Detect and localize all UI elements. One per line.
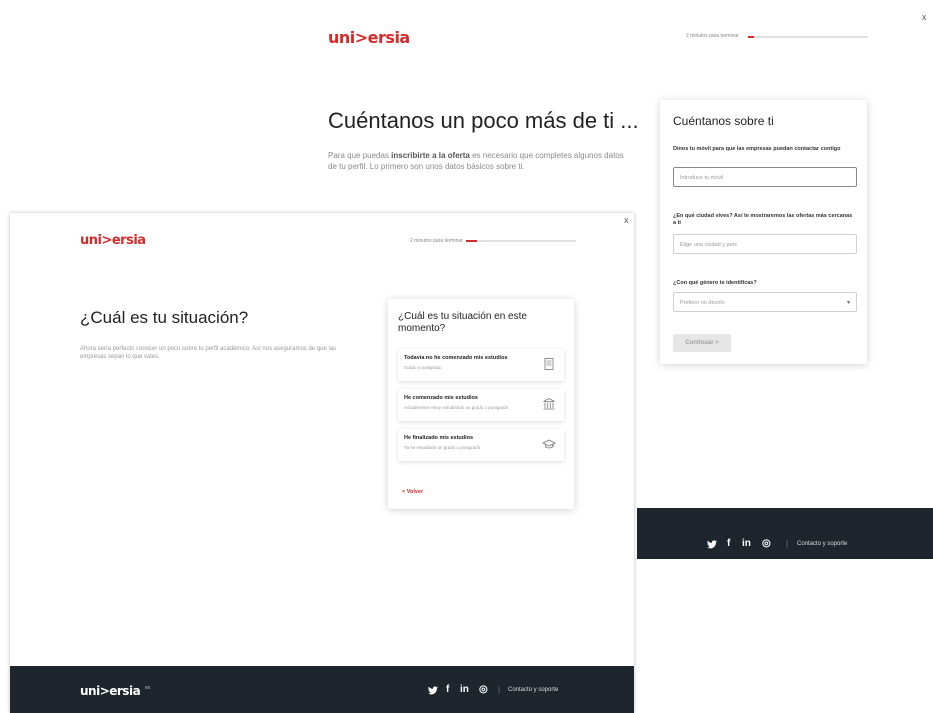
close-icon[interactable]: x <box>922 12 927 22</box>
progress-label: 2 minutos para terminar <box>410 238 463 244</box>
footer-separator: | <box>786 539 789 548</box>
option-title: He finalizado mis estudios <box>404 435 474 441</box>
gender-select-value: Prefiero no decirlo <box>680 300 725 306</box>
back-link[interactable]: < Volver <box>402 489 423 495</box>
progress-bar <box>748 36 868 38</box>
option-subtitle: Grado o postgrado <box>404 365 442 370</box>
footer-separator: | <box>498 685 501 694</box>
continue-button[interactable]: Continuar > <box>673 334 731 352</box>
profile-form-card: Cuéntanos sobre ti Dinos tu móvil para q… <box>660 100 867 364</box>
option-title: Todavía no he comenzado mis estudios <box>404 355 508 361</box>
footer: f in ◎ | Contacto y soporte <box>637 508 933 559</box>
page-description: Para que puedas inscribirte a la oferta … <box>328 151 624 171</box>
linkedin-icon[interactable]: in <box>460 684 469 695</box>
twitter-icon[interactable] <box>707 540 717 552</box>
option-finished[interactable]: He finalizado mis estudios Ya he estudia… <box>398 429 564 461</box>
page-title: ¿Cuál es tu situación? <box>80 308 249 327</box>
progress-bar <box>466 240 576 242</box>
phone-label: Dinos tu móvil para que las empresas pue… <box>673 146 841 152</box>
contact-support-link[interactable]: Contacto y soporte <box>508 687 558 693</box>
option-not-started[interactable]: Todavía no he comenzado mis estudios Gra… <box>398 349 564 381</box>
instagram-icon[interactable]: ◎ <box>479 684 488 695</box>
option-started[interactable]: He comenzado mis estudios Actualmente es… <box>398 389 564 421</box>
progress-label: 2 minutos para terminar <box>686 33 739 39</box>
card-title: ¿Cuál es tu situación en este momento? <box>398 311 527 334</box>
twitter-icon[interactable] <box>428 686 438 698</box>
option-subtitle: Ya he estudiado un grado o postgrado <box>404 445 481 450</box>
contact-support-link[interactable]: Contacto y soporte <box>797 541 847 547</box>
chevron-down-icon: ▾ <box>846 300 850 306</box>
institution-icon <box>543 398 555 410</box>
page-description: Ahora sería perfecto conocer un poco sob… <box>80 346 337 360</box>
facebook-icon[interactable]: f <box>727 538 730 549</box>
progress-fill <box>748 36 754 38</box>
footer: uni>ersia es f in ◎ | Contacto y soporte <box>10 666 634 713</box>
universia-logo[interactable]: uni>ersia <box>328 28 410 47</box>
footer-logo[interactable]: uni>ersia <box>80 684 141 698</box>
phone-input[interactable]: Introduce tu móvil <box>673 167 857 187</box>
graduation-cap-icon <box>542 439 556 449</box>
option-title: He comenzado mis estudios <box>404 395 478 401</box>
instagram-icon[interactable]: ◎ <box>762 538 771 549</box>
gender-select[interactable]: Prefiero no decirlo ▾ <box>673 292 857 312</box>
city-label: ¿En qué ciudad vives? Así te mostraremos… <box>673 213 853 226</box>
linkedin-icon[interactable]: in <box>742 538 751 549</box>
situation-card: ¿Cuál es tu situación en este momento? T… <box>388 299 574 509</box>
gender-label: ¿Con qué género te identificas? <box>673 280 757 286</box>
page-title: Cuéntanos un poco más de ti ... <box>328 108 639 133</box>
card-title: Cuéntanos sobre ti <box>673 114 774 128</box>
city-input[interactable]: Elige una ciudad y país <box>673 234 857 254</box>
universia-logo[interactable]: uni>ersia <box>80 233 146 248</box>
document-icon <box>544 358 554 370</box>
foreground-window: uni>ersia 2 minutos para terminar x ¿Cuá… <box>10 213 634 713</box>
facebook-icon[interactable]: f <box>446 684 449 695</box>
option-subtitle: Actualmente estoy estudiando un grado o … <box>404 405 509 410</box>
footer-logo-suffix: es <box>145 685 151 691</box>
close-icon[interactable]: x <box>624 215 629 225</box>
progress-fill <box>466 240 477 242</box>
